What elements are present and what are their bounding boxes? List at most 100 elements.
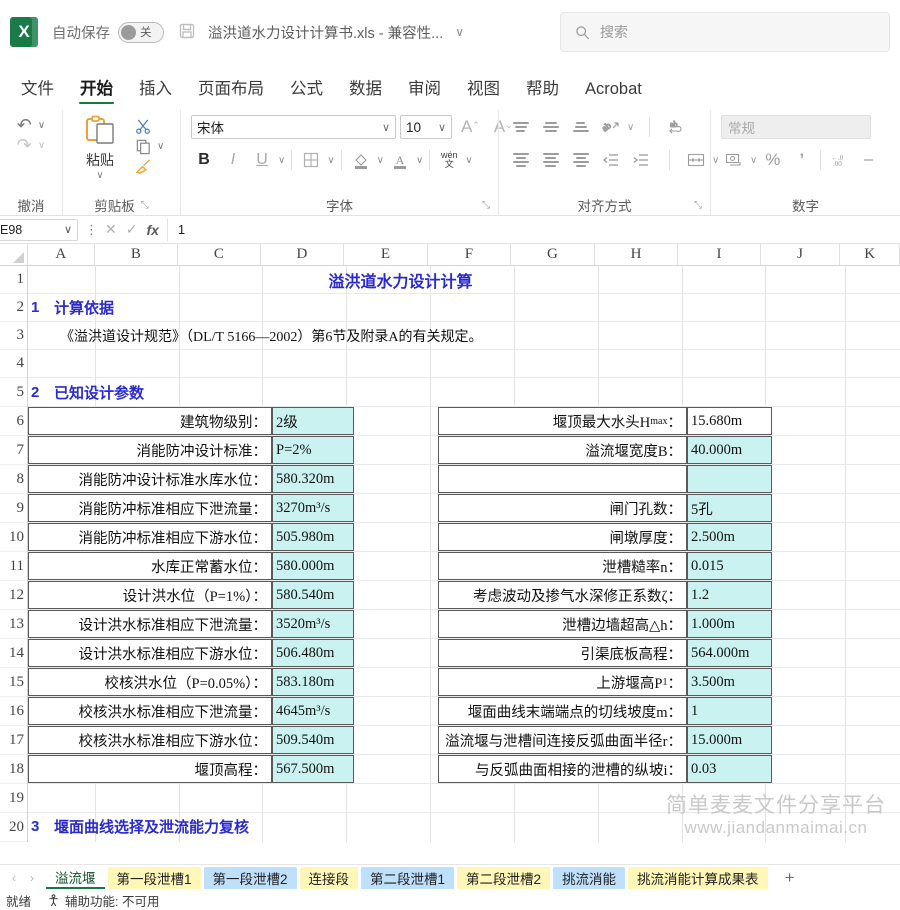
sheet-tab-lianjieduan[interactable]: 连接段 (299, 866, 359, 889)
align-middle-button[interactable] (537, 115, 564, 139)
row-header-5[interactable]: 5 (0, 378, 27, 407)
previous-sheet-icon[interactable]: ‹ (12, 871, 16, 885)
row-header-17[interactable]: 17 (0, 726, 27, 755)
chevron-down-icon[interactable]: ∨ (438, 121, 446, 134)
param-value[interactable]: 1.000m (687, 610, 772, 638)
row-header-12[interactable]: 12 (0, 581, 27, 610)
number-format-select[interactable]: 常规 (721, 115, 871, 139)
align-right-button[interactable] (567, 148, 594, 172)
param-value[interactable]: 2.500m (687, 523, 772, 551)
redo-button[interactable]: ↷ ∨ (17, 136, 45, 154)
phonetic-guide-button[interactable]: wén 文 (436, 148, 462, 172)
sheet-tab-xiecao1-1[interactable]: 第一段泄槽1 (107, 866, 201, 889)
dialog-launcher-icon[interactable]: ⤡ (141, 200, 149, 211)
sheet-tab-xiecao2-2[interactable]: 第二段泄槽2 (457, 866, 551, 889)
row-header-15[interactable]: 15 (0, 668, 27, 697)
font-name-select[interactable]: 宋体 ∨ (191, 115, 396, 139)
ribbon-tab-view[interactable]: 视图 (456, 71, 511, 106)
row-header-2[interactable]: 2 (0, 294, 27, 322)
italic-button[interactable]: I (220, 148, 246, 172)
param-value[interactable]: 506.480m (272, 639, 354, 667)
sheet-tab-tiaoliuxiaoneng[interactable]: 挑流消能 (553, 866, 626, 889)
param-value[interactable]: 3520m³/s (272, 610, 354, 638)
orientation-button[interactable]: ab (597, 115, 624, 139)
column-header-G[interactable]: G (511, 244, 595, 265)
percent-format-button[interactable]: % (759, 148, 786, 172)
param-value[interactable]: 5孔 (687, 494, 772, 522)
row-header-11[interactable]: 11 (0, 552, 27, 581)
more-options-icon[interactable]: ⋮ (78, 222, 105, 238)
fill-color-button[interactable] (348, 148, 374, 172)
cut-button[interactable] (135, 118, 164, 135)
chevron-down-icon[interactable]: ∨ (64, 223, 72, 236)
chevron-down-icon[interactable]: ∨ (382, 121, 390, 134)
dialog-launcher-icon[interactable]: ⤡ (482, 200, 490, 211)
increase-decimal-button[interactable]: ←.0 .00 (826, 148, 853, 172)
chevron-down-icon[interactable]: ∨ (750, 155, 757, 166)
sheet-tab-yiliuyan[interactable]: 溢流堰 (46, 866, 105, 889)
param-value[interactable] (687, 465, 772, 493)
undo-button[interactable]: ↶ ∨ (17, 116, 45, 134)
select-all-corner[interactable] (0, 244, 28, 265)
row-header-18[interactable]: 18 (0, 755, 27, 784)
param-value[interactable]: P=2% (272, 436, 354, 464)
row-header-7[interactable]: 7 (0, 436, 27, 465)
row-header-14[interactable]: 14 (0, 639, 27, 668)
wrap-text-button[interactable]: ab (662, 115, 689, 139)
chevron-down-icon[interactable]: ∨ (416, 155, 423, 166)
search-input[interactable]: 搜索 (560, 12, 890, 52)
dialog-launcher-icon[interactable]: ⤡ (694, 200, 702, 211)
param-value[interactable]: 583.180m (272, 668, 354, 696)
param-value[interactable]: 15.000m (687, 726, 772, 754)
increase-indent-button[interactable] (627, 148, 654, 172)
column-header-C[interactable]: C (178, 244, 261, 265)
font-color-button[interactable]: A (387, 148, 413, 172)
accessibility-status[interactable]: 辅助功能: 不可用 (47, 891, 159, 910)
chevron-down-icon[interactable]: ∨ (38, 120, 45, 131)
decrease-decimal-button[interactable] (855, 148, 882, 172)
align-top-button[interactable] (507, 115, 534, 139)
column-header-H[interactable]: H (595, 244, 679, 265)
param-value[interactable]: 3270m³/s (272, 494, 354, 522)
insert-function-button[interactable]: fx (146, 222, 158, 238)
sheet-tab-xiecao1-2[interactable]: 第一段泄槽2 (203, 866, 297, 889)
row-header-13[interactable]: 13 (0, 610, 27, 639)
param-value[interactable]: 4645m³/s (272, 697, 354, 725)
chevron-down-icon[interactable]: ∨ (627, 122, 634, 133)
param-value[interactable]: 580.320m (272, 465, 354, 493)
chevron-down-icon[interactable]: ∨ (278, 155, 285, 166)
ribbon-tab-insert[interactable]: 插入 (128, 71, 183, 106)
ribbon-tab-formulas[interactable]: 公式 (279, 71, 334, 106)
next-sheet-icon[interactable]: › (30, 871, 34, 885)
row-header-10[interactable]: 10 (0, 523, 27, 552)
row-header-4[interactable]: 4 (0, 350, 27, 378)
decrease-indent-button[interactable] (597, 148, 624, 172)
param-value[interactable]: 564.000m (687, 639, 772, 667)
row-header-8[interactable]: 8 (0, 465, 27, 494)
param-value[interactable]: 580.540m (272, 581, 354, 609)
underline-button[interactable]: U (249, 148, 275, 172)
param-value[interactable]: 40.000m (687, 436, 772, 464)
chevron-down-icon[interactable]: ∨ (96, 170, 103, 181)
column-header-B[interactable]: B (95, 244, 179, 265)
chevron-down-icon[interactable]: ∨ (38, 140, 45, 151)
borders-button[interactable] (298, 148, 324, 172)
merge-cells-button[interactable] (682, 148, 709, 172)
column-header-D[interactable]: D (261, 244, 345, 265)
save-icon[interactable] (178, 22, 196, 43)
chevron-down-icon[interactable]: ∨ (377, 155, 384, 166)
add-sheet-button[interactable]: + (771, 868, 809, 888)
chevron-down-icon[interactable]: ∨ (157, 141, 164, 152)
comma-format-button[interactable]: ’ (788, 148, 815, 172)
row-header-19[interactable]: 19 (0, 784, 27, 813)
param-value[interactable]: 567.500m (272, 755, 354, 783)
param-value[interactable]: 0.015 (687, 552, 772, 580)
row-header-20[interactable]: 20 (0, 813, 27, 842)
chevron-down-icon[interactable]: ∨ (327, 155, 334, 166)
row-header-16[interactable]: 16 (0, 697, 27, 726)
bold-button[interactable]: B (191, 148, 217, 172)
column-header-J[interactable]: J (761, 244, 841, 265)
column-header-A[interactable]: A (28, 244, 95, 265)
param-value[interactable]: 509.540m (272, 726, 354, 754)
align-bottom-button[interactable] (567, 115, 594, 139)
